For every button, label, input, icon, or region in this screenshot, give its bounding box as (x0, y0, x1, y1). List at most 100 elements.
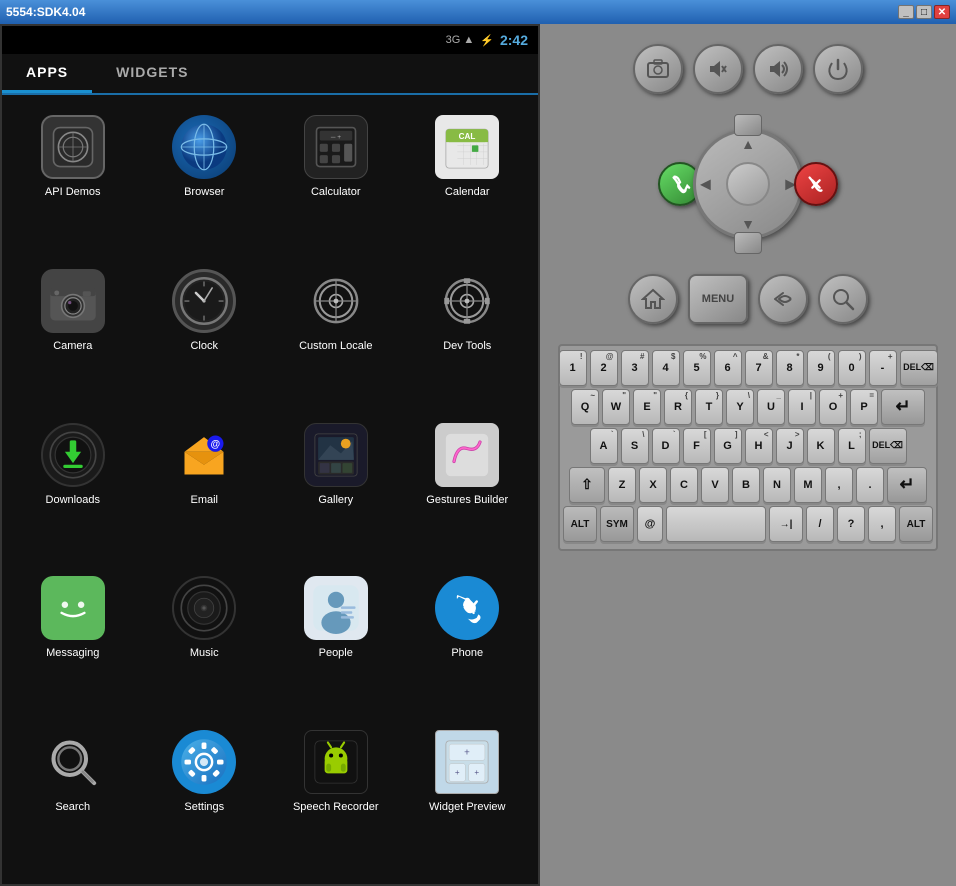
key-space[interactable] (666, 506, 766, 542)
key-5[interactable]: %5 (683, 350, 711, 386)
key-4[interactable]: $4 (652, 350, 680, 386)
app-item-clock[interactable]: Clock (139, 259, 271, 413)
key-3[interactable]: #3 (621, 350, 649, 386)
menu-button[interactable]: MENU (688, 274, 748, 324)
home-button[interactable] (628, 274, 678, 324)
key-alt-left[interactable]: ALT (563, 506, 597, 542)
app-item-gallery[interactable]: Gallery (270, 413, 402, 567)
key-h[interactable]: <H (745, 428, 773, 464)
back-button[interactable] (758, 274, 808, 324)
app-item-music[interactable]: Music (139, 566, 271, 720)
key-alt-right[interactable]: ALT (899, 506, 933, 542)
key-d[interactable]: `D (652, 428, 680, 464)
app-item-messaging[interactable]: Messaging (7, 566, 139, 720)
volume-down-button[interactable] (693, 44, 743, 94)
key-period[interactable]: . (856, 467, 884, 503)
volume-up-button[interactable] (753, 44, 803, 94)
key-at[interactable]: @ (637, 506, 663, 542)
app-item-search[interactable]: Search (7, 720, 139, 874)
phone-icon (435, 576, 499, 640)
key-x[interactable]: X (639, 467, 667, 503)
search-label: Search (55, 800, 90, 814)
key-r[interactable]: {R (664, 389, 692, 425)
key-del[interactable]: DEL⌫ (900, 350, 938, 386)
key-enter2[interactable]: ↵ (887, 467, 927, 503)
key-e[interactable]: "E (633, 389, 661, 425)
key-b[interactable]: B (732, 467, 760, 503)
app-item-camera[interactable]: Camera (7, 259, 139, 413)
power-button[interactable] (813, 44, 863, 94)
key-backspace[interactable]: DEL⌫ (869, 428, 907, 464)
bottom-controls: MENU (628, 274, 868, 324)
key-6[interactable]: ^6 (714, 350, 742, 386)
maximize-button[interactable]: □ (916, 5, 932, 19)
close-button[interactable]: ✕ (934, 5, 950, 19)
key-8[interactable]: *8 (776, 350, 804, 386)
key-slash[interactable]: / (806, 506, 834, 542)
tab-apps[interactable]: APPS (2, 54, 92, 93)
key-sym[interactable]: SYM (600, 506, 634, 542)
key-g[interactable]: ]G (714, 428, 742, 464)
call-red-button[interactable] (794, 162, 838, 206)
key-s[interactable]: \S (621, 428, 649, 464)
key-q[interactable]: ~Q (571, 389, 599, 425)
key-0[interactable]: )0 (838, 350, 866, 386)
key-7[interactable]: &7 (745, 350, 773, 386)
dpad-center-button[interactable] (726, 162, 770, 206)
key-p[interactable]: =P (850, 389, 878, 425)
minimize-button[interactable]: _ (898, 5, 914, 19)
key-y[interactable]: \Y (726, 389, 754, 425)
key-v[interactable]: V (701, 467, 729, 503)
music-icon (172, 576, 236, 640)
key-j[interactable]: >J (776, 428, 804, 464)
search-nav-button[interactable] (818, 274, 868, 324)
key-c[interactable]: C (670, 467, 698, 503)
key-i[interactable]: |I (788, 389, 816, 425)
app-item-widget-preview[interactable]: + + + Widget Preview (402, 720, 534, 874)
key-k[interactable]: K (807, 428, 835, 464)
app-item-calendar[interactable]: CAL Calendar (402, 105, 534, 259)
key-o[interactable]: +O (819, 389, 847, 425)
app-item-email[interactable]: @ Email (139, 413, 271, 567)
camera-icon (41, 269, 105, 333)
key-arrow-right[interactable]: →| (769, 506, 803, 542)
app-item-gestures-builder[interactable]: Gestures Builder (402, 413, 534, 567)
app-item-phone[interactable]: Phone (402, 566, 534, 720)
dpad-up-button[interactable] (734, 114, 762, 136)
key-question[interactable]: ? (837, 506, 865, 542)
key-t[interactable]: }T (695, 389, 723, 425)
camera-ctrl-button[interactable] (633, 44, 683, 94)
app-item-dev-tools[interactable]: Dev Tools (402, 259, 534, 413)
app-item-people[interactable]: People (270, 566, 402, 720)
key-w[interactable]: "W (602, 389, 630, 425)
app-item-api-demos[interactable]: API Demos (7, 105, 139, 259)
key-minus[interactable]: +- (869, 350, 897, 386)
gallery-icon (304, 423, 368, 487)
people-icon (304, 576, 368, 640)
app-item-settings[interactable]: Settings (139, 720, 271, 874)
key-z[interactable]: Z (608, 467, 636, 503)
key-9[interactable]: (9 (807, 350, 835, 386)
key-2[interactable]: @2 (590, 350, 618, 386)
key-f[interactable]: [F (683, 428, 711, 464)
app-item-downloads[interactable]: Downloads (7, 413, 139, 567)
app-item-calculator[interactable]: ─ + Calculator (270, 105, 402, 259)
key-shift[interactable]: ⇧ (569, 467, 605, 503)
key-n[interactable]: N (763, 467, 791, 503)
key-m[interactable]: M (794, 467, 822, 503)
key-u[interactable]: _U (757, 389, 785, 425)
key-1[interactable]: !1 (559, 350, 587, 386)
app-item-browser[interactable]: Browser (139, 105, 271, 259)
phone-label: Phone (451, 646, 483, 660)
key-comma2[interactable]: , (868, 506, 896, 542)
app-item-speech-recorder[interactable]: Speech Recorder (270, 720, 402, 874)
tab-widgets[interactable]: WIDGETS (92, 54, 212, 93)
keyboard: !1 @2 #3 $4 %5 ^6 &7 *8 (9 )0 +- DEL⌫ ~Q… (558, 344, 938, 551)
key-comma[interactable]: , (825, 467, 853, 503)
key-l[interactable]: ;L (838, 428, 866, 464)
key-a[interactable]: `A (590, 428, 618, 464)
dpad-down-button[interactable] (734, 232, 762, 254)
messaging-label: Messaging (46, 646, 99, 660)
app-item-custom-locale[interactable]: Custom Locale (270, 259, 402, 413)
key-enter[interactable]: ↵ (881, 389, 925, 425)
